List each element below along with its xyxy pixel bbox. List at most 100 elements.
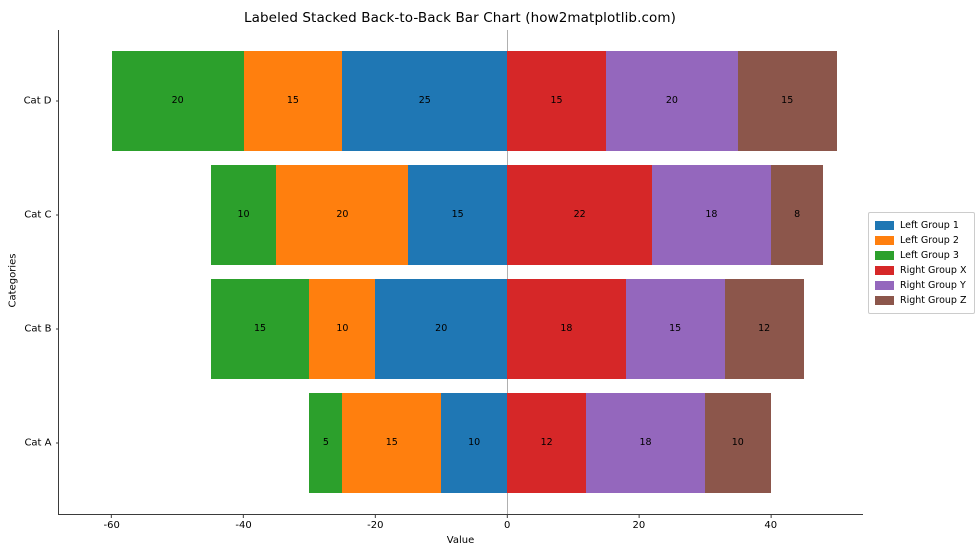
bar-segment: 10	[309, 279, 376, 380]
legend-label: Left Group 1	[900, 220, 959, 231]
chart-legend: Left Group 1 Left Group 2 Left Group 3 Righ…	[868, 212, 975, 314]
x-axis-tick: 20	[632, 514, 646, 531]
y-axis-tick-label: Cat D	[23, 95, 52, 107]
bar-segment: 20	[605, 50, 738, 151]
bar-row: 10 15 5 12 18 10	[59, 393, 863, 494]
bar-segment: 20	[276, 164, 409, 265]
figure-canvas: Labeled Stacked Back-to-Back Bar Chart (…	[0, 0, 980, 560]
legend-item[interactable]: Left Group 1	[875, 218, 967, 233]
bar-segment: 15	[737, 50, 837, 151]
y-axis-tick: Cat C	[24, 209, 59, 220]
legend-label: Right Group X	[900, 265, 967, 276]
y-axis-tick: Cat D	[24, 95, 59, 106]
legend-item[interactable]: Left Group 3	[875, 248, 967, 263]
bar-segment: 10	[210, 164, 277, 265]
bar-value-label: 18	[639, 437, 652, 449]
bar-value-label: 15	[669, 323, 682, 335]
bar-value-label: 10	[336, 323, 349, 335]
bar-value-label: 15	[253, 323, 267, 335]
x-axis-tick: -60	[104, 514, 120, 531]
bar-value-label: 15	[781, 95, 794, 107]
bar-segment: 15	[625, 279, 725, 380]
legend-color-swatch	[875, 266, 894, 275]
bar-segment: 10	[441, 393, 508, 494]
x-axis-label: Value	[446, 535, 475, 546]
bar-segment: 15	[408, 164, 508, 265]
y-axis-tick-mark	[55, 100, 59, 102]
y-axis-tick: Cat B	[24, 324, 59, 335]
legend-label: Left Group 2	[900, 235, 959, 246]
legend-color-swatch	[875, 236, 894, 245]
bar-segment: 15	[210, 279, 310, 380]
bar-value-label: 10	[468, 437, 481, 449]
x-axis-tick: -20	[367, 514, 383, 531]
bar-segment: 12	[724, 279, 804, 380]
bar-segment: 18	[652, 164, 771, 265]
legend-item[interactable]: Right Group Y	[875, 278, 967, 293]
y-axis-tick-mark	[55, 328, 59, 330]
x-axis-tick-label: 20	[632, 519, 646, 531]
bar-segment: 15	[342, 393, 442, 494]
x-axis-tick-label: 0	[503, 519, 511, 531]
bar-segment: 22	[507, 164, 653, 265]
bar-value-label: 15	[550, 95, 563, 107]
plot-axes: 10 15 5 12 18 10 Cat A 20 10 15 18 15 12 Cat B 15 20 10 2…	[24, 30, 863, 531]
x-axis-tick-mark	[506, 514, 508, 518]
legend-item[interactable]: Right Group Z	[875, 293, 967, 308]
legend-color-swatch	[875, 251, 894, 260]
bar-segment: 5	[309, 393, 343, 494]
bar-segment: 18	[586, 393, 705, 494]
x-axis-tick-mark	[243, 514, 245, 518]
bar-value-label: 5	[322, 437, 329, 449]
bar-segment: 15	[243, 50, 343, 151]
bar-segment: 20	[375, 279, 508, 380]
x-axis-tick-label: 40	[764, 519, 778, 531]
x-axis-tick-label: -60	[103, 519, 120, 531]
bar-row: 25 15 20 15 20 15	[59, 50, 863, 151]
y-axis-tick-mark	[55, 442, 59, 444]
bar-value-label: 15	[385, 437, 398, 449]
bar-value-label: 15	[451, 209, 464, 221]
x-axis-tick: 40	[764, 514, 777, 531]
x-axis-tick-label: -20	[367, 519, 384, 531]
bar-value-label: 18	[560, 323, 573, 335]
bar-segment: 18	[507, 279, 626, 380]
legend-item[interactable]: Left Group 2	[875, 233, 967, 248]
y-axis-label: Categories	[6, 0, 20, 560]
bar-value-label: 20	[435, 323, 448, 335]
bar-value-label: 20	[336, 209, 349, 221]
legend-color-swatch	[875, 221, 894, 230]
y-axis-tick-label: Cat B	[24, 323, 52, 335]
bar-segment: 25	[342, 50, 508, 151]
legend-color-swatch	[875, 281, 894, 290]
plot-surface: 10 15 5 12 18 10 Cat A 20 10 15 18 15 12 Cat B 15 20 10 2…	[24, 30, 863, 531]
bar-value-label: 20	[171, 95, 184, 107]
bar-value-label: 15	[286, 95, 299, 107]
y-axis-tick-label: Cat A	[24, 437, 52, 449]
bar-segment: 15	[507, 50, 606, 151]
bar-value-label: 12	[540, 437, 553, 449]
y-axis-tick-label: Cat C	[24, 209, 52, 221]
chart-title: Labeled Stacked Back-to-Back Bar Chart (…	[244, 10, 676, 26]
bar-value-label: 10	[237, 209, 250, 221]
bar-row: 15 20 10 22 18 8	[59, 164, 863, 265]
x-axis-tick: -40	[235, 514, 252, 531]
legend-color-swatch	[875, 296, 894, 305]
x-axis-tick-mark	[770, 514, 772, 518]
y-axis-tick: Cat A	[24, 438, 59, 449]
y-axis-tick-mark	[55, 214, 59, 216]
bar-segment: 12	[507, 393, 587, 494]
bar-row: 20 10 15 18 15 12	[59, 279, 863, 380]
legend-label: Right Group Z	[900, 295, 967, 306]
bar-value-label: 22	[573, 209, 586, 221]
bar-value-label: 18	[705, 209, 718, 221]
x-axis-tick: 0	[504, 514, 510, 531]
legend-label: Left Group 3	[900, 250, 959, 261]
legend-item[interactable]: Right Group X	[875, 263, 967, 278]
bar-value-label: 20	[665, 95, 678, 107]
bar-value-label: 12	[758, 323, 771, 335]
x-axis-tick-mark	[111, 514, 113, 518]
bar-value-label: 10	[731, 437, 744, 449]
bar-value-label: 25	[418, 95, 431, 107]
bar-segment: 20	[111, 50, 244, 151]
